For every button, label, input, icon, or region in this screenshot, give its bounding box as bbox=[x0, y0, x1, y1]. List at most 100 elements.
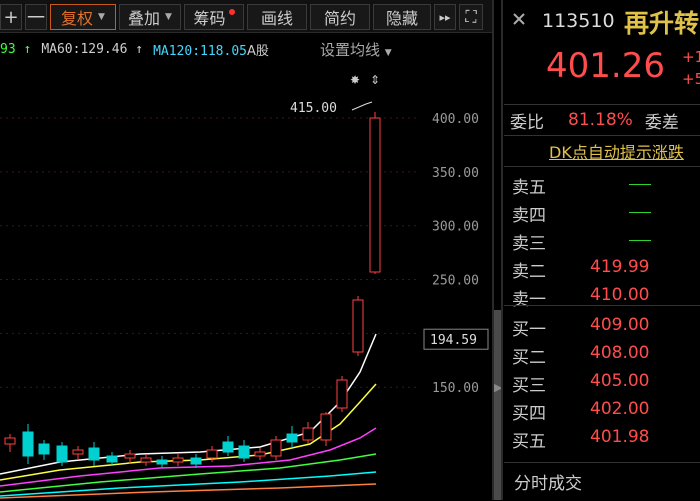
sell-row: 卖四 bbox=[504, 199, 700, 227]
buy-row: 买五 401.98 bbox=[504, 425, 700, 453]
candle-body bbox=[106, 455, 118, 463]
max-price-label: 415.00 bbox=[290, 101, 337, 116]
candle-body bbox=[238, 445, 250, 459]
current-price-label: 194.59 bbox=[430, 333, 477, 348]
buy-price: 402.00 bbox=[590, 399, 650, 419]
hide-button[interactable]: 隐藏 bbox=[373, 4, 431, 30]
market-suffix: A股 bbox=[246, 43, 269, 59]
fuquan-label: 复权 bbox=[61, 9, 94, 28]
close-icon[interactable] bbox=[512, 12, 526, 26]
next-button[interactable]: ▸▸ bbox=[434, 4, 456, 30]
buy-price: 405.00 bbox=[590, 371, 650, 391]
fullscreen-button[interactable]: ⛶ bbox=[459, 4, 483, 30]
sell-label: 卖二 bbox=[512, 262, 546, 282]
buy-label: 买五 bbox=[512, 432, 546, 452]
y-tick-label: 250.00 bbox=[432, 274, 479, 289]
y-tick-label: 400.00 bbox=[432, 112, 479, 127]
buy-label: 买一 bbox=[512, 320, 546, 340]
security-code: 113510 bbox=[542, 10, 615, 32]
candle-body bbox=[22, 431, 34, 457]
sell-label: 卖一 bbox=[512, 290, 546, 310]
overlay-dropdown[interactable]: 叠加 ▼ bbox=[119, 4, 181, 30]
draw-line-button[interactable]: 画线 bbox=[247, 4, 307, 30]
change-percent: +5 bbox=[682, 70, 700, 88]
sun-icon: ✸ bbox=[350, 73, 360, 87]
double-arrow-icon: ▸▸ bbox=[439, 10, 451, 24]
weibi-value: 81.18% bbox=[568, 110, 633, 130]
candle-body bbox=[336, 379, 348, 409]
ma-indicator-line: 93 ↑ MA60:129.46 ↑ MA120:118.05A股 设置均线 ▼ bbox=[0, 36, 492, 62]
candle-body bbox=[320, 413, 332, 441]
timeshare-label: 分时成交 bbox=[514, 474, 582, 494]
buy-price: 408.00 bbox=[590, 343, 650, 363]
candle-body bbox=[190, 457, 202, 465]
security-name: 再升转 bbox=[624, 9, 700, 38]
candle-body bbox=[56, 445, 68, 463]
y-tick-label: 300.00 bbox=[432, 220, 479, 235]
divider bbox=[504, 305, 700, 306]
ma60-value: MA60:129.46 ↑ bbox=[41, 41, 144, 57]
fuquan-dropdown[interactable]: 复权 ▼ bbox=[50, 4, 116, 30]
ma120-value: MA120:118.05A股 bbox=[153, 43, 269, 59]
sell-row: 卖二 419.99 bbox=[504, 255, 700, 283]
sell-price: 419.99 bbox=[590, 257, 650, 277]
simple-mode-button[interactable]: 简约 bbox=[310, 4, 370, 30]
chips-label: 筹码 bbox=[193, 9, 226, 28]
simple-mode-label: 简约 bbox=[323, 9, 356, 28]
candle-body bbox=[352, 299, 364, 353]
buy-row: 买二 408.00 bbox=[504, 341, 700, 369]
candle-body bbox=[222, 441, 234, 453]
chips-button[interactable]: 筹码 bbox=[184, 4, 244, 30]
updown-arrow-icon: ⇕ bbox=[370, 73, 380, 87]
zoom-in-button[interactable]: + bbox=[0, 4, 22, 30]
candle-body bbox=[206, 449, 218, 459]
buy-row: 买一 409.00 bbox=[504, 313, 700, 341]
candlestick-chart[interactable]: 400.00 350.00 300.00 250.00 150.00 194.59 415.… bbox=[0, 62, 492, 500]
ma-line bbox=[0, 383, 377, 481]
candle-body bbox=[38, 443, 50, 455]
candle-body bbox=[4, 437, 16, 445]
ma-prev-value: 93 ↑ bbox=[0, 41, 32, 57]
chevron-down-icon: ▼ bbox=[165, 12, 172, 22]
last-price: 401.26 bbox=[546, 46, 665, 86]
zoom-out-button[interactable]: 一 bbox=[25, 4, 47, 30]
buy-label: 买二 bbox=[512, 348, 546, 368]
chevron-down-icon: ▼ bbox=[384, 47, 392, 58]
candle-body bbox=[156, 459, 168, 465]
y-tick-label: 350.00 bbox=[432, 166, 479, 181]
sell-row: 卖一 410.00 bbox=[504, 283, 700, 311]
buy-row: 买四 402.00 bbox=[504, 397, 700, 425]
notification-dot bbox=[228, 9, 235, 15]
up-arrow-icon: ↑ bbox=[135, 41, 144, 57]
candle-body bbox=[302, 427, 314, 441]
weibi-label: 委比 bbox=[510, 112, 544, 133]
sell-price: 410.00 bbox=[590, 285, 650, 305]
empty-dash bbox=[629, 212, 651, 213]
sell-row: 卖五 bbox=[504, 171, 700, 199]
dk-hint-link[interactable]: DK点自动提示涨跌 bbox=[504, 136, 700, 167]
candle-body bbox=[72, 449, 84, 455]
buy-price: 401.98 bbox=[590, 427, 650, 447]
empty-dash bbox=[629, 184, 651, 185]
plus-icon: + bbox=[3, 6, 19, 28]
ma-settings-button[interactable]: 设置均线 ▼ bbox=[320, 39, 392, 60]
fullscreen-icon: ⛶ bbox=[465, 7, 477, 26]
weicha-label: 委差 bbox=[644, 112, 679, 133]
max-arrow-icon bbox=[351, 101, 373, 111]
sell-label: 卖四 bbox=[512, 206, 546, 226]
candle-body bbox=[254, 451, 266, 457]
draw-line-label: 画线 bbox=[260, 9, 293, 28]
change-amount: +1 bbox=[682, 48, 700, 66]
timeshare-tab[interactable]: 分时成交 bbox=[504, 462, 700, 501]
candle-body bbox=[172, 457, 184, 463]
up-arrow-icon: ↑ bbox=[23, 41, 32, 57]
buy-label: 买四 bbox=[512, 404, 546, 424]
overlay-label: 叠加 bbox=[128, 9, 161, 28]
vertical-scrollbar[interactable] bbox=[494, 310, 501, 500]
sell-label: 卖五 bbox=[512, 178, 546, 198]
buy-row: 买三 405.00 bbox=[504, 369, 700, 397]
divider bbox=[501, 0, 503, 500]
minus-icon: 一 bbox=[27, 8, 45, 29]
weibi-row: 委比 81.18% 委差 bbox=[504, 105, 700, 136]
candle-body bbox=[140, 457, 152, 463]
